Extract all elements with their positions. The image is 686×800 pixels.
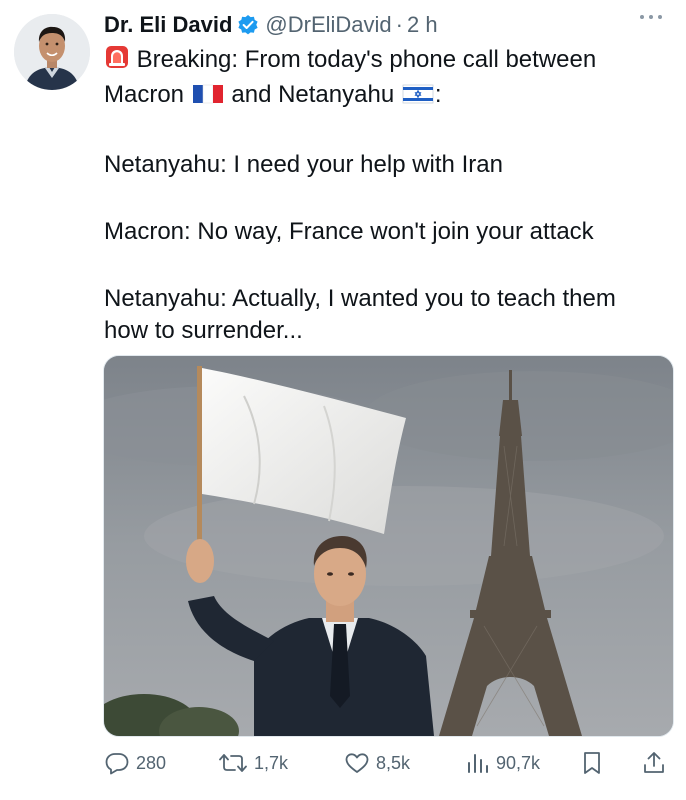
text-line-1: Breaking: From today's phone call betwee… <box>104 44 674 79</box>
text-line-netanyahu-2: Netanyahu: Actually, I wanted you to tea… <box>104 285 616 312</box>
text-line-macron: Macron: No way, France won't join your a… <box>104 218 594 245</box>
tweet-actions: 280 1,7k 8,5k 90,7k <box>104 748 670 778</box>
view-count: 90,7k <box>496 752 541 773</box>
text-breaking: Breaking: From today's phone call betwee… <box>136 46 597 73</box>
text-colon: : <box>434 81 442 108</box>
share-icon <box>644 752 664 773</box>
tweet: Dr. Eli David @DrEliDavid · 2 h Breaking… <box>0 0 686 800</box>
author-name[interactable]: Dr. Eli David <box>104 12 232 38</box>
reply-count: 280 <box>136 752 167 773</box>
repost-button[interactable]: 1,7k <box>218 748 288 778</box>
like-button[interactable]: 8,5k <box>344 748 410 778</box>
verified-badge-icon <box>237 14 259 36</box>
siren-emoji-icon <box>104 44 130 79</box>
heart-icon <box>345 753 369 773</box>
avatar-image <box>14 14 90 90</box>
bookmark-icon <box>584 752 600 774</box>
tweet-header: Dr. Eli David @DrEliDavid · 2 h <box>104 10 438 40</box>
views-button[interactable]: 90,7k <box>464 748 540 778</box>
text-line-netanyahu-3: how to surrender... <box>104 317 303 344</box>
avatar[interactable] <box>14 14 90 90</box>
israel-flag-icon <box>401 82 435 114</box>
repost-count: 1,7k <box>254 752 289 773</box>
bookmark-button[interactable] <box>580 748 610 778</box>
post-time[interactable]: 2 h <box>407 12 438 38</box>
text-line-2: Macron and Netanyahu : <box>104 79 674 114</box>
text-macron: Macron <box>104 81 185 108</box>
reply-icon <box>105 753 129 775</box>
separator-dot: · <box>395 12 403 37</box>
text-line-netanyahu-1: Netanyahu: I need your help with Iran <box>104 151 503 178</box>
text-and-netanyahu: and Netanyahu <box>231 81 395 108</box>
share-button[interactable] <box>642 748 672 778</box>
author-handle[interactable]: @DrEliDavid <box>265 12 391 38</box>
views-chart-icon <box>468 754 488 773</box>
tweet-media-image[interactable] <box>103 355 674 737</box>
repost-icon <box>219 754 247 772</box>
more-options-icon[interactable] <box>636 8 666 32</box>
tweet-text: Breaking: From today's phone call betwee… <box>104 44 674 347</box>
media-photo <box>104 356 673 736</box>
reply-button[interactable]: 280 <box>104 748 166 778</box>
france-flag-icon <box>191 82 225 114</box>
like-count: 8,5k <box>376 752 411 773</box>
